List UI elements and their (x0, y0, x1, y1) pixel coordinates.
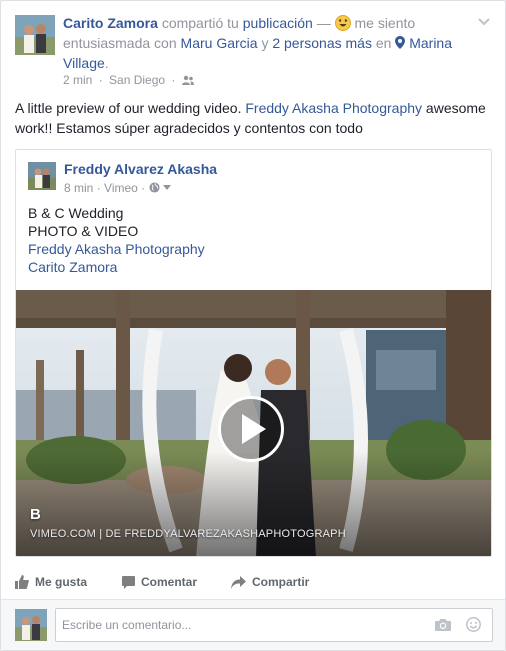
shared-author-avatar[interactable] (28, 162, 56, 190)
video-source[interactable]: VIMEO.COM | DE FREDDYALVAREZAKASHAPHOTOG… (30, 528, 346, 540)
tagged-others-link[interactable]: 2 personas más (272, 35, 372, 51)
post-place[interactable]: San Diego (109, 73, 165, 87)
shared-link[interactable]: Freddy Akasha Photography (28, 240, 205, 258)
like-button[interactable]: Me gusta (15, 575, 87, 589)
like-icon (15, 575, 29, 589)
in-text: en (375, 35, 392, 51)
comment-section (1, 599, 505, 650)
comment-input[interactable] (55, 608, 493, 642)
post-header-text: Carito Zamora compartió tu publicación —… (63, 13, 463, 73)
publication-link[interactable]: publicación (243, 15, 313, 31)
like-label: Me gusta (35, 575, 88, 589)
author-avatar[interactable] (15, 15, 55, 55)
play-button[interactable] (218, 396, 284, 462)
tagged-friend-link[interactable]: Maru Garcia (181, 35, 258, 51)
post-time[interactable]: 2 min (63, 73, 92, 87)
friends-icon[interactable] (181, 75, 194, 85)
share-label: Compartir (252, 575, 310, 589)
play-icon (242, 414, 266, 444)
and-text: y (261, 35, 269, 51)
excited-emoji-icon (334, 15, 351, 31)
shared-text: compartió tu (161, 15, 239, 31)
feeling-text: me siento (354, 15, 416, 31)
shared-author-name[interactable]: Freddy Alvarez Akasha (64, 161, 217, 177)
video-title[interactable]: B (30, 506, 41, 523)
post-header: Carito Zamora compartió tu publicación —… (15, 13, 491, 93)
meta-separator: · (171, 73, 176, 87)
shared-line: B & C Wedding (28, 205, 124, 221)
shared-link[interactable]: Carito Zamora (28, 258, 205, 276)
post-message-text: A little preview of our wedding video. (15, 100, 242, 116)
share-button[interactable]: Compartir (231, 575, 309, 589)
shared-description: B & C Wedding PHOTO & VIDEO Freddy Akash… (28, 204, 205, 276)
post-card: Carito Zamora compartió tu publicación —… (0, 0, 506, 651)
shared-source[interactable]: Vimeo (104, 181, 138, 195)
meta-separator: · (96, 181, 101, 195)
shared-time[interactable]: 8 min (64, 181, 93, 195)
audience-dropdown-icon[interactable] (162, 185, 171, 191)
share-icon (231, 575, 246, 589)
mentioned-page-link[interactable]: Freddy Akasha Photography (245, 100, 422, 116)
chevron-down-icon[interactable] (477, 15, 491, 29)
video-player[interactable]: B VIMEO.COM | DE FREDDYALVAREZAKASHAPHOT… (16, 290, 491, 556)
commenter-avatar[interactable] (15, 609, 47, 641)
period: . (104, 55, 109, 71)
comment-button[interactable]: Comentar (122, 575, 197, 589)
smiley-icon[interactable] (466, 617, 481, 632)
author-name[interactable]: Carito Zamora (63, 15, 158, 31)
comment-icon (122, 575, 135, 589)
feeling-value: entusiasmada con (63, 35, 177, 51)
comment-label: Comentar (141, 575, 198, 589)
meta-separator: · (141, 181, 146, 195)
post-meta: 2 min · San Diego · (63, 72, 194, 88)
dash: — (316, 15, 331, 31)
location-pin-icon (395, 36, 406, 49)
shared-line: PHOTO & VIDEO (28, 223, 139, 239)
shared-post: Freddy Alvarez Akasha 8 min · Vimeo · B … (15, 149, 492, 557)
globe-icon[interactable] (148, 182, 160, 193)
shared-meta: 8 min · Vimeo · (64, 180, 171, 196)
meta-separator: · (98, 73, 103, 87)
post-actions: Me gusta Comentar Compartir (15, 567, 491, 597)
camera-icon[interactable] (435, 619, 451, 631)
post-message: A little preview of our wedding video. F… (15, 98, 495, 138)
